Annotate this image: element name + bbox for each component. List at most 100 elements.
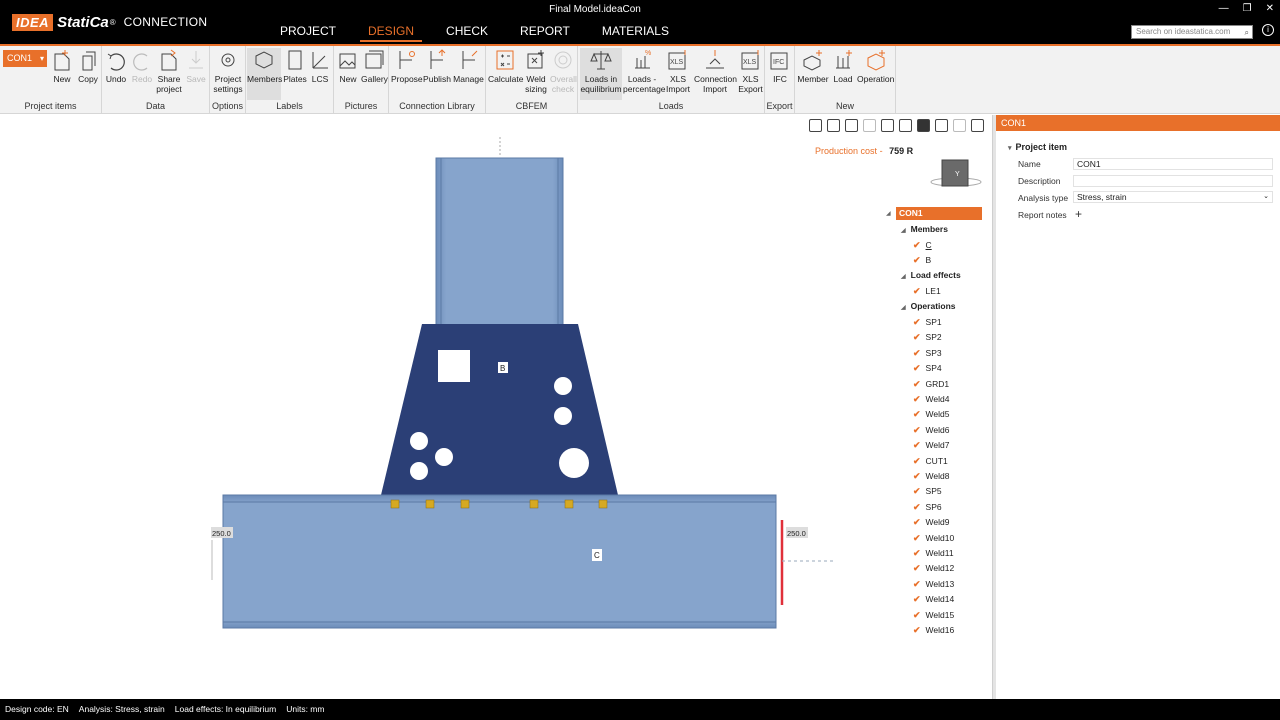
new-picture-button[interactable]: New (336, 48, 360, 84)
checkbox-icon[interactable]: ✔ (913, 316, 921, 328)
weld-marker[interactable] (425, 499, 435, 509)
add-icon[interactable]: + (1075, 208, 1082, 220)
checkbox-icon[interactable]: ✔ (913, 624, 921, 636)
tree-category-load-effects[interactable]: ◢ Load effects (901, 269, 961, 281)
xls-import-button[interactable]: XLS XLS Import (663, 48, 693, 94)
checkbox-icon[interactable]: ✔ (913, 424, 921, 436)
tree-item[interactable]: ✔ SP2 (913, 331, 942, 343)
new-member-button[interactable]: Member (797, 48, 829, 84)
tree-item[interactable]: ✔ SP6 (913, 501, 942, 513)
weld-marker[interactable] (564, 499, 574, 509)
search-input[interactable]: Search on ideastatica.com ⌕ (1131, 25, 1253, 39)
checkbox-icon[interactable]: ✔ (913, 578, 921, 590)
transparent-icon[interactable] (899, 119, 912, 132)
weld-marker[interactable] (529, 499, 539, 509)
calculate-button[interactable]: Calculate (488, 48, 523, 84)
tree-item[interactable]: ✔ C (913, 239, 932, 251)
publish-button[interactable]: Publish (422, 48, 452, 84)
wireframe-icon[interactable] (881, 119, 894, 132)
lcs-toggle[interactable]: LCS (308, 48, 332, 84)
member-c-label[interactable]: C (594, 551, 600, 560)
search-icon[interactable]: ⌕ (1245, 27, 1249, 39)
member-b[interactable] (435, 157, 564, 327)
help-icon[interactable]: i (1262, 24, 1274, 36)
tree-item[interactable]: ✔ Weld4 (913, 393, 950, 405)
tab-project[interactable]: PROJECT (272, 21, 344, 42)
close-icon[interactable]: ✕ (1266, 3, 1274, 14)
tree-item[interactable]: ✔ SP5 (913, 485, 942, 497)
checkbox-icon[interactable]: ✔ (913, 470, 921, 482)
loads-percentage-button[interactable]: % Loads - percentage (623, 48, 666, 94)
name-field[interactable]: CON1 (1073, 158, 1273, 170)
tree-item[interactable]: ✔ Weld9 (913, 516, 950, 528)
copy-button[interactable]: Copy (76, 48, 100, 84)
tree-category-members[interactable]: ◢ Members (901, 223, 948, 235)
checkbox-icon[interactable]: ✔ (913, 408, 921, 420)
tree-item[interactable]: ✔ Weld13 (913, 578, 954, 590)
tree-item[interactable]: ✔ Weld15 (913, 609, 954, 621)
tree-item[interactable]: ✔ Weld14 (913, 593, 954, 605)
minimize-icon[interactable]: — (1219, 3, 1229, 14)
tree-item[interactable]: ✔ B (913, 254, 931, 266)
new-load-button[interactable]: Load (830, 48, 856, 84)
weld-marker[interactable] (390, 499, 400, 509)
overall-check-button[interactable]: Overall check (550, 48, 577, 94)
checkbox-icon[interactable]: ✔ (913, 593, 921, 605)
weld-marker[interactable] (460, 499, 470, 509)
checkbox-icon[interactable]: ✔ (913, 439, 921, 451)
restore-icon[interactable]: ❐ (1243, 3, 1252, 14)
share-project-button[interactable]: Share project (155, 48, 183, 94)
tree-category-operations[interactable]: ◢ Operations (901, 300, 956, 312)
save-button[interactable]: Save (184, 48, 208, 84)
properties-section[interactable]: ▾ Project item (1008, 142, 1067, 152)
explode-icon[interactable] (953, 119, 966, 132)
undo-button[interactable]: Undo (104, 48, 128, 84)
tab-report[interactable]: REPORT (512, 21, 578, 42)
checkbox-icon[interactable]: ✔ (913, 609, 921, 621)
tree-item[interactable]: ✔ Weld7 (913, 439, 950, 451)
tree-item[interactable]: ✔ Weld5 (913, 408, 950, 420)
home-view-icon[interactable] (971, 119, 984, 132)
analysis-type-select[interactable]: Stress, strain ⌄ (1073, 191, 1273, 203)
checkbox-icon[interactable]: ✔ (913, 516, 921, 528)
tree-item[interactable]: ✔ SP4 (913, 362, 942, 374)
checkbox-icon[interactable]: ✔ (913, 485, 921, 497)
plates-label-toggle[interactable]: Plates (283, 48, 307, 84)
weld-marker[interactable] (598, 499, 608, 509)
tree-item[interactable]: ✔ SP3 (913, 347, 942, 359)
propose-button[interactable]: Propose (391, 48, 423, 84)
redo-button[interactable]: Redo (130, 48, 154, 84)
checkbox-icon[interactable]: ✔ (913, 455, 921, 467)
new-operation-button[interactable]: Operation (857, 48, 894, 84)
member-c[interactable] (222, 494, 777, 629)
checkbox-icon[interactable]: ✔ (913, 331, 921, 343)
collapse-icon[interactable]: ◢ (886, 210, 891, 217)
tree-item[interactable]: ✔ Weld8 (913, 470, 950, 482)
checkbox-icon[interactable]: ✔ (913, 562, 921, 574)
checkbox-icon[interactable]: ✔ (913, 378, 921, 390)
tab-check[interactable]: CHECK (438, 21, 496, 42)
tree-item[interactable]: ✔ Weld16 (913, 624, 954, 636)
tree-item[interactable]: ✔ SP1 (913, 316, 942, 328)
checkbox-icon[interactable]: ✔ (913, 362, 921, 374)
3d-viewport[interactable]: Production cost - 759 R Y B C 250.0 250.… (0, 115, 992, 699)
members-label-toggle[interactable]: Members (247, 48, 282, 100)
checkbox-icon[interactable]: ✔ (913, 547, 921, 559)
render-icon[interactable] (935, 119, 948, 132)
checkbox-icon[interactable]: ✔ (913, 347, 921, 359)
view-cube-icon[interactable]: Y (930, 155, 982, 195)
tree-item[interactable]: ✔ Weld10 (913, 532, 954, 544)
xls-export-button[interactable]: XLS XLS Export (737, 48, 764, 94)
weld-sizing-button[interactable]: Weld sizing (523, 48, 549, 94)
tab-design[interactable]: DESIGN (360, 21, 423, 42)
tree-item[interactable]: ✔ CUT1 (913, 455, 948, 467)
checkbox-icon[interactable]: ✔ (913, 501, 921, 513)
solid-icon[interactable] (917, 119, 930, 132)
member-b-label[interactable]: B (500, 364, 505, 373)
tree-item[interactable]: ✔ GRD1 (913, 378, 949, 390)
gallery-button[interactable]: Gallery (361, 48, 388, 84)
tree-root-con1[interactable]: CON1 (896, 207, 982, 220)
tree-item[interactable]: ✔ Weld6 (913, 424, 950, 436)
checkbox-icon[interactable]: ✔ (913, 532, 921, 544)
description-field[interactable] (1073, 175, 1273, 187)
